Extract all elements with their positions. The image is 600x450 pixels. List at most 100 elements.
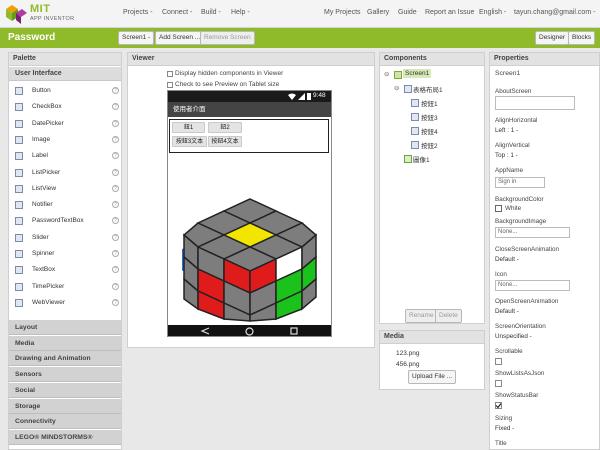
category-user-interface[interactable]: User Interface bbox=[9, 67, 121, 81]
designer-button[interactable]: Designer bbox=[535, 31, 570, 45]
table-arrangement[interactable]: 鈕1 鈕2 按鈕3文本 按鈕4文本 bbox=[169, 119, 329, 153]
category-storage[interactable]: Storage bbox=[9, 398, 121, 414]
remove-screen-button[interactable]: Remove Screen bbox=[200, 31, 255, 45]
palette-item-label[interactable]: Label? bbox=[15, 149, 119, 163]
palette-item-passwordtextbox[interactable]: PasswordTextBox? bbox=[15, 214, 119, 228]
help-icon[interactable]: ? bbox=[112, 217, 119, 225]
palette-item-webviewer[interactable]: WebViewer? bbox=[15, 296, 119, 310]
palette-title: Palette bbox=[8, 52, 122, 66]
help-icon[interactable]: ? bbox=[112, 201, 119, 209]
add-screen-button[interactable]: Add Screen ... bbox=[155, 31, 205, 45]
category-social[interactable]: Social bbox=[9, 382, 121, 398]
home-icon[interactable] bbox=[245, 326, 254, 336]
link-report-issue[interactable]: Report an Issue bbox=[425, 9, 474, 16]
white-color-swatch[interactable] bbox=[495, 205, 502, 212]
upload-file-button[interactable]: Upload File ... bbox=[408, 370, 457, 384]
timepicker-icon bbox=[15, 282, 23, 291]
palette-item-listview[interactable]: ListView? bbox=[15, 182, 119, 196]
link-guide[interactable]: Guide bbox=[398, 9, 417, 16]
logo-title: MIT bbox=[30, 3, 51, 15]
rename-button[interactable]: Rename bbox=[405, 309, 438, 323]
category-media[interactable]: Media bbox=[9, 335, 121, 351]
listpicker-icon bbox=[15, 168, 23, 177]
category-drawing-and-animation[interactable]: Drawing and Animation bbox=[9, 351, 121, 367]
help-icon[interactable]: ? bbox=[112, 298, 119, 306]
category-layout[interactable]: Layout bbox=[9, 320, 121, 335]
phone-button-2[interactable]: 鈕2 bbox=[208, 122, 242, 133]
prop-background-image-input[interactable]: None... bbox=[495, 227, 570, 238]
help-icon[interactable]: ? bbox=[112, 135, 119, 143]
help-icon[interactable]: ? bbox=[112, 250, 119, 257]
tree-button-4[interactable]: 按鈕4 bbox=[421, 126, 438, 136]
media-panel: Media 123.png 456.png Upload File ... bbox=[379, 330, 485, 390]
prop-align-horizontal-select[interactable]: Left : 1 - bbox=[495, 126, 518, 136]
phone-button-1[interactable]: 鈕1 bbox=[172, 122, 205, 133]
blocks-button[interactable]: Blocks bbox=[568, 31, 596, 45]
palette-item-image[interactable]: Image? bbox=[15, 133, 119, 147]
prop-icon-input[interactable]: None... bbox=[495, 280, 570, 291]
prop-close-screen-animation-select[interactable]: Default - bbox=[495, 255, 519, 265]
prop-scrollable-checkbox[interactable] bbox=[495, 358, 502, 365]
link-gallery[interactable]: Gallery bbox=[367, 9, 389, 16]
screen-select-dropdown[interactable]: Screen1 - bbox=[118, 31, 155, 45]
palette-item-checkbox[interactable]: CheckBox? bbox=[15, 100, 119, 114]
help-icon[interactable]: ? bbox=[112, 103, 119, 111]
category-sensors[interactable]: Sensors bbox=[9, 367, 121, 383]
help-icon[interactable]: ? bbox=[112, 152, 119, 160]
media-file-123[interactable]: 123.png bbox=[396, 350, 420, 357]
link-my-projects[interactable]: My Projects bbox=[324, 9, 361, 16]
tree-button-1[interactable]: 按鈕1 bbox=[421, 98, 438, 108]
menu-connect[interactable]: Connect - bbox=[162, 9, 192, 16]
palette-item-slider[interactable]: Slider? bbox=[15, 231, 119, 245]
collapse-screen-toggle[interactable]: ⊖ bbox=[384, 70, 389, 78]
palette-item-timepicker[interactable]: TimePicker? bbox=[15, 280, 119, 294]
recent-apps-icon[interactable] bbox=[290, 327, 298, 335]
collapse-table-toggle[interactable]: ⊖ bbox=[394, 84, 399, 92]
media-file-456[interactable]: 456.png bbox=[396, 361, 420, 368]
menu-language[interactable]: English - bbox=[479, 9, 506, 16]
rubiks-cube-image[interactable] bbox=[180, 197, 320, 323]
palette-item-notifier[interactable]: Notifier? bbox=[15, 198, 119, 212]
menu-account[interactable]: tayun.chang@gmail.com - bbox=[514, 9, 595, 16]
palette-item-textbox[interactable]: TextBox? bbox=[15, 263, 119, 277]
prop-about-screen-input[interactable] bbox=[495, 96, 575, 110]
hidden-components-checkbox[interactable] bbox=[167, 71, 173, 77]
phone-button-3[interactable]: 按鈕3文本 bbox=[172, 136, 207, 147]
prop-align-vertical-select[interactable]: Top : 1 - bbox=[495, 151, 518, 161]
prop-sizing-select[interactable]: Fixed - bbox=[495, 424, 514, 434]
prop-background-color-value[interactable]: White bbox=[505, 205, 521, 212]
help-icon[interactable]: ? bbox=[112, 233, 119, 241]
palette-item-spinner[interactable]: Spinner? bbox=[15, 247, 119, 261]
prop-show-lists-as-json-checkbox[interactable] bbox=[495, 380, 502, 387]
help-icon[interactable]: ? bbox=[112, 266, 119, 274]
prop-app-name-input[interactable]: Sign in bbox=[495, 177, 545, 188]
tree-screen1[interactable]: Screen1 bbox=[403, 69, 432, 78]
category-lego-mindstorms[interactable]: LEGO® MINDSTORMS® bbox=[9, 429, 121, 445]
category-connectivity[interactable]: Connectivity bbox=[9, 414, 121, 430]
menu-projects[interactable]: Projects - bbox=[123, 9, 153, 16]
back-icon[interactable] bbox=[200, 327, 210, 335]
prop-screen-orientation-select[interactable]: Unspecified - bbox=[495, 332, 532, 342]
tree-image-1[interactable]: 圖像1 bbox=[413, 154, 430, 164]
help-icon[interactable]: ? bbox=[112, 87, 119, 94]
tree-button-3[interactable]: 按鈕3 bbox=[421, 112, 438, 122]
delete-button[interactable]: Delete bbox=[435, 309, 462, 323]
prop-show-status-bar-checkbox[interactable] bbox=[495, 402, 502, 409]
palette-item-label: CheckBox bbox=[32, 103, 62, 111]
help-icon[interactable]: ? bbox=[112, 184, 119, 192]
help-icon[interactable]: ? bbox=[112, 282, 119, 290]
phone-button-4[interactable]: 按鈕4文本 bbox=[208, 136, 242, 147]
menu-help[interactable]: Help - bbox=[231, 9, 250, 16]
prop-open-screen-animation-select[interactable]: Default - bbox=[495, 307, 519, 317]
tree-button-2[interactable]: 按鈕2 bbox=[421, 140, 438, 150]
palette-item-listpicker[interactable]: ListPicker? bbox=[15, 166, 119, 180]
palette-item-button[interactable]: Button? bbox=[15, 84, 119, 98]
phone-preview: 9:48 使用者介面 鈕1 鈕2 按鈕3文本 按鈕4文本 bbox=[167, 90, 332, 337]
menu-build[interactable]: Build - bbox=[201, 9, 221, 16]
help-icon[interactable]: ? bbox=[112, 168, 119, 176]
tablet-preview-checkbox[interactable] bbox=[167, 82, 173, 88]
palette-item-datepicker[interactable]: DatePicker? bbox=[15, 117, 119, 131]
tree-table-arrangement[interactable]: 表格布局1 bbox=[413, 84, 443, 94]
help-icon[interactable]: ? bbox=[112, 119, 119, 127]
app-inventor-logo[interactable]: MIT APP INVENTOR bbox=[4, 2, 86, 26]
